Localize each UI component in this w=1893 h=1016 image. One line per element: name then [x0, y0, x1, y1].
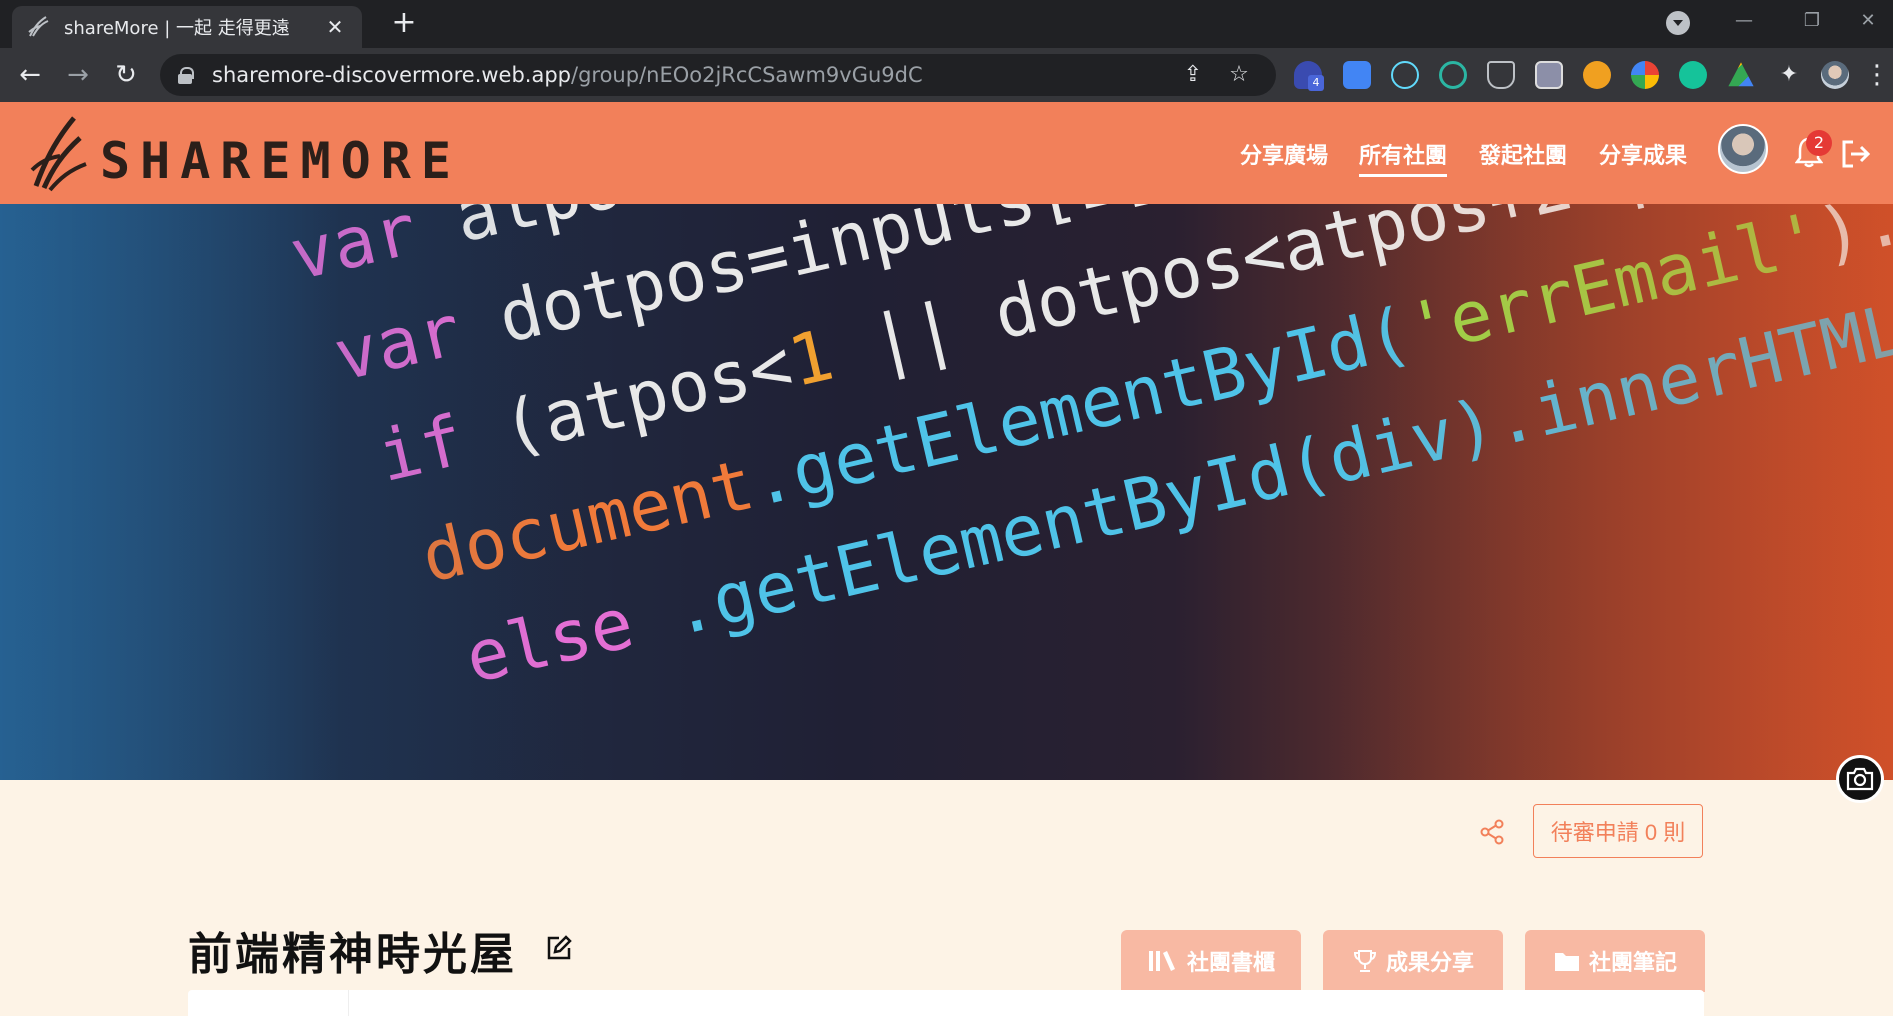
pocket-icon[interactable] — [1487, 61, 1515, 89]
change-cover-camera-icon[interactable] — [1836, 755, 1884, 803]
tab-group-notes[interactable]: 社團筆記 — [1525, 930, 1705, 992]
sharemore-favicon-icon — [28, 16, 49, 37]
minimize-icon[interactable]: — — [1724, 6, 1764, 36]
bookmark-star-icon[interactable]: ☆ — [1226, 62, 1252, 88]
extension-hexagon-icon[interactable]: 4 — [1294, 61, 1324, 91]
reload-icon[interactable]: ↻ — [110, 59, 142, 91]
sharemore-logo-icon[interactable] — [30, 112, 90, 192]
react-devtools-icon[interactable] — [1391, 61, 1419, 89]
notification-badge: 2 — [1806, 130, 1832, 156]
google-translate-icon[interactable] — [1343, 61, 1371, 89]
extension-badge: 4 — [1308, 75, 1324, 91]
tab-label: 成果分享 — [1385, 951, 1474, 976]
extension-square-icon[interactable] — [1535, 61, 1563, 89]
extensions-puzzle-icon[interactable]: ✦ — [1775, 61, 1803, 89]
library-icon — [1148, 951, 1175, 971]
share-page-icon[interactable]: ⇪ — [1180, 62, 1206, 88]
logout-icon[interactable] — [1840, 138, 1872, 170]
tab-group-bookshelf[interactable]: 社團書櫃 — [1121, 930, 1301, 992]
trophy-icon — [1353, 950, 1376, 972]
nav-create-group[interactable]: 發起社團 — [1479, 138, 1567, 170]
back-icon[interactable]: ← — [14, 59, 46, 91]
browser-tab[interactable]: shareMore | 一起 走得更遠 ✕ — [12, 6, 362, 48]
extension-target-icon[interactable] — [1439, 61, 1467, 89]
extension-pinwheel-icon[interactable] — [1631, 61, 1659, 89]
extension-circle-icon[interactable] — [1583, 61, 1611, 89]
tab-label: 社團筆記 — [1588, 951, 1677, 976]
profile-avatar-icon[interactable] — [1821, 61, 1849, 89]
cover-code-art: var atpos=inputs[i] var dotpos=inputs[i]… — [280, 204, 1893, 730]
grammarly-icon[interactable] — [1679, 61, 1707, 89]
restore-icon[interactable]: ❐ — [1792, 6, 1832, 36]
browser-tab-strip: shareMore | 一起 走得更遠 ✕ + — ❐ ✕ — [0, 0, 1893, 48]
user-avatar[interactable] — [1718, 124, 1768, 174]
nav-share-results[interactable]: 分享成果 — [1599, 138, 1687, 170]
lock-icon — [178, 67, 194, 84]
url-host: sharemore-discovermore.web.app — [212, 63, 571, 87]
url-path: /group/nEOo2jRcCSawm9vGu9dC — [571, 63, 923, 87]
group-content-panel — [188, 990, 1704, 1016]
tab-close-icon[interactable]: ✕ — [322, 14, 348, 40]
site-header: SHAREMORE 分享廣場 所有社團 發起社團 分享成果 2 — [0, 102, 1893, 204]
browser-menu-icon[interactable]: ⋮ — [1864, 59, 1890, 91]
tab-title: shareMore | 一起 走得更遠 — [64, 18, 290, 39]
tab-results-share[interactable]: 成果分享 — [1323, 930, 1503, 992]
folder-icon — [1554, 953, 1579, 971]
group-cover-image: var atpos=inputs[i] var dotpos=inputs[i]… — [0, 204, 1893, 780]
nav-all-groups[interactable]: 所有社團 — [1359, 138, 1448, 177]
new-tab-button[interactable]: + — [388, 8, 420, 40]
share-icon[interactable] — [1478, 818, 1506, 846]
browser-toolbar: ← → ↻ sharemore-discovermore.web.app/gro… — [0, 48, 1893, 102]
logo-text[interactable]: SHAREMORE — [100, 132, 461, 190]
edit-title-icon[interactable] — [545, 934, 573, 962]
url-text: sharemore-discovermore.web.app/group/nEO… — [212, 63, 923, 87]
pending-applications-button[interactable]: 待審申請 0 則 — [1533, 804, 1703, 858]
nav-share-square[interactable]: 分享廣場 — [1240, 138, 1328, 170]
tab-search-icon[interactable] — [1666, 11, 1690, 35]
address-bar[interactable]: sharemore-discovermore.web.app/group/nEO… — [160, 54, 1276, 96]
window-close-icon[interactable]: ✕ — [1848, 6, 1888, 36]
forward-icon[interactable]: → — [62, 59, 94, 91]
tab-label: 社團書櫃 — [1186, 951, 1275, 976]
camera-icon — [1846, 767, 1874, 791]
google-drive-icon[interactable] — [1728, 62, 1754, 87]
group-title: 前端精神時光屋 — [188, 929, 517, 980]
